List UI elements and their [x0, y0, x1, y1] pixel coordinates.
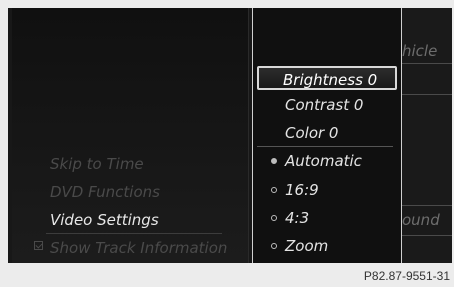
radio-icon [271, 215, 277, 221]
option-contrast[interactable]: Contrast 0 [265, 93, 397, 117]
menu-divider [46, 233, 222, 234]
option-automatic-label: Automatic [285, 152, 362, 170]
radio-icon [271, 187, 277, 193]
menu-item-video-settings[interactable]: Video Settings [50, 211, 159, 229]
option-automatic[interactable]: Automatic [265, 149, 397, 173]
option-color-label: Color 0 [285, 124, 339, 142]
option-color[interactable]: Color 0 [265, 121, 397, 145]
radio-icon [271, 243, 277, 249]
dropdown-separator [257, 146, 393, 147]
option-brightness[interactable]: Brightness 0 [257, 66, 397, 90]
video-settings-dropdown: Brightness 0 Contrast 0 Color 0 Automati… [252, 8, 402, 263]
option-4-3-label: 4:3 [285, 209, 310, 227]
background-menu-text: hicle [402, 42, 438, 60]
radio-selected-icon [271, 158, 277, 164]
menu-item-skip-to-time[interactable]: Skip to Time [50, 155, 144, 173]
video-menu-panel: Skip to Time DVD Functions Video Setting… [12, 8, 249, 263]
option-contrast-label: Contrast 0 [285, 96, 364, 114]
menu-item-show-track-information[interactable]: Show Track Information [50, 239, 227, 257]
background-panel: hicle ound [402, 8, 452, 263]
display-screen: Skip to Time DVD Functions Video Setting… [8, 8, 452, 263]
menu-item-dvd-functions[interactable]: DVD Functions [50, 183, 160, 201]
option-zoom-label: Zoom [285, 237, 329, 255]
option-brightness-label: Brightness 0 [283, 71, 378, 89]
background-menu-text: ound [402, 211, 440, 229]
panel-line [402, 235, 452, 236]
panel-line [402, 205, 452, 206]
option-16-9[interactable]: 16:9 [265, 178, 397, 202]
option-zoom[interactable]: Zoom [265, 234, 397, 258]
checkbox-icon[interactable] [34, 241, 43, 250]
option-4-3[interactable]: 4:3 [265, 206, 397, 230]
panel-line [402, 94, 452, 95]
option-16-9-label: 16:9 [285, 181, 319, 199]
panel-line [402, 63, 452, 64]
figure-code: P82.87-9551-31 [363, 269, 450, 283]
